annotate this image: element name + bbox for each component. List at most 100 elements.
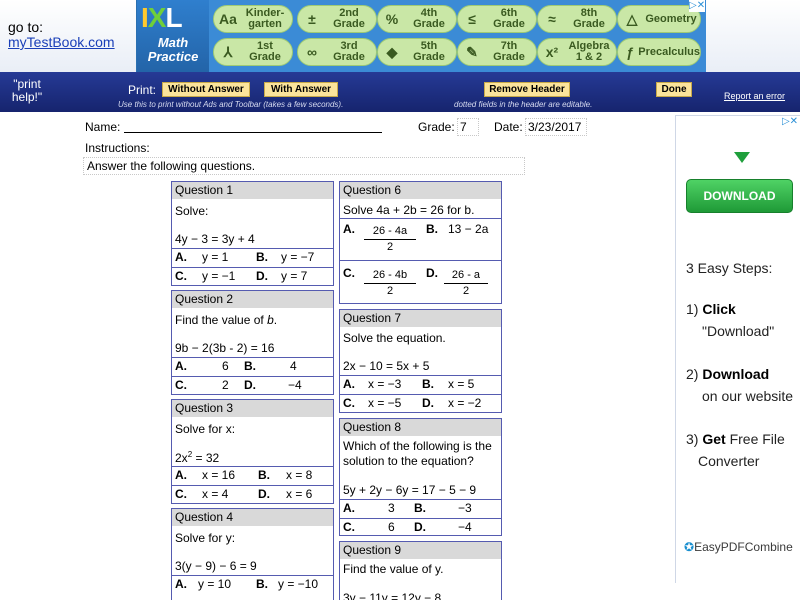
choice-letter: B. (244, 359, 256, 373)
grade-button-1st[interactable]: ⅄ 1st Grade (213, 38, 293, 66)
grade-label: Grade: (418, 120, 455, 134)
choice-letter: C. (343, 396, 355, 410)
grade-button-4th[interactable]: % 4th Grade (377, 5, 457, 33)
choice-letter: B. (256, 250, 268, 264)
choice-a: x = −3 (368, 377, 402, 391)
choice-a: 3 (388, 501, 395, 515)
question-9: Question 9 Find the value of y. 3y − 11y… (339, 541, 502, 600)
side-ad[interactable]: ▷✕ DOWNLOAD 3 Easy Steps: 1) Click "Down… (675, 115, 800, 583)
kindergarten-icon: Aa (219, 11, 237, 27)
grade-button-5th[interactable]: ◆ 5th Grade (377, 38, 457, 66)
choice-d: y = 7 (281, 269, 308, 283)
step-1-detail: "Download" (702, 323, 775, 339)
question-prompt: Find the value of y. (343, 562, 444, 576)
choice-c: 6 (388, 520, 395, 534)
apple-icon: ◆ (386, 43, 398, 60)
mytestbook-link[interactable]: myTestBook.com (8, 35, 115, 50)
choice-a: x = 16 (202, 468, 236, 482)
prompt-text: Find the value of (175, 313, 268, 327)
easypdfcombine-logo[interactable]: ✪EasyPDFCombine (684, 540, 793, 554)
answer-row: C. 26 - 4b 2 D. 26 - a2 (340, 260, 501, 304)
question-prompt-line-2: solution to the equation? (343, 454, 474, 468)
download-button[interactable]: DOWNLOAD (686, 179, 793, 213)
ixl-logo[interactable]: IXL Math Practice (137, 0, 209, 72)
steps-title: 3 Easy Steps: (686, 260, 773, 276)
report-error-link[interactable]: Report an error (724, 91, 785, 101)
grade-button-7th[interactable]: ✎ 7th Grade (457, 38, 537, 66)
less-equal-icon: ≤ (468, 11, 476, 27)
choice-a: y = 10 (198, 577, 232, 591)
down-arrow-icon (734, 152, 750, 163)
choice-letter: B. (426, 222, 438, 236)
choice-b: x = 8 (286, 468, 313, 482)
answer-row: C. x = −5 D. x = −2 (340, 394, 501, 411)
grade-button-6th[interactable]: ≤ 6th Grade (457, 5, 537, 33)
choice-letter: D. (414, 520, 426, 534)
choice-letter: B. (422, 377, 434, 391)
grade-label-2: Grade (493, 18, 525, 30)
grade-label-1: Precalculus (638, 45, 700, 58)
grade-button-kindergarten[interactable]: Aa Kinder-garten (213, 5, 293, 33)
step-action: Download (702, 366, 770, 382)
choice-a: 6 (222, 359, 229, 373)
ad-close-icon[interactable]: ▷✕ (689, 0, 705, 12)
print-help-link[interactable]: "print help!" (4, 78, 50, 104)
question-prompt: Solve for x: (175, 422, 236, 436)
choice-letter: B. (414, 501, 426, 515)
question-prompt: Solve 4a + 2b = 26 for b. (343, 203, 475, 217)
pencil-icon: ✎ (466, 43, 478, 60)
grade-button-algebra[interactable]: x² Algebra 1 & 2 (537, 38, 617, 66)
print-with-answer-button[interactable]: With Answer (264, 82, 338, 97)
answer-row: A. y = 1 B. y = −7 (172, 248, 333, 265)
print-label: Print: (128, 83, 157, 97)
question-prompt: Find the value of b. (175, 313, 277, 327)
grade-button-2nd[interactable]: ± 2nd Grade (297, 5, 377, 33)
choice-b: x = 5 (448, 377, 475, 391)
ixl-logo-letter-x: X (147, 2, 167, 33)
choice-letter: C. (343, 266, 355, 280)
choice-letter: D. (256, 269, 268, 283)
grade-button-8th[interactable]: ≈ 8th Grade (537, 5, 617, 33)
fraction-numerator: 26 - a (444, 268, 488, 284)
print-note: Use this to print without Ads and Toolba… (118, 100, 344, 109)
step-1: 1) Click (686, 300, 736, 318)
remove-header-button[interactable]: Remove Header (484, 82, 570, 97)
answer-row: A. 3 B. −3 (340, 499, 501, 516)
question-title: Question 2 (172, 291, 333, 308)
question-expression: 5y + 2y − 6y = 17 − 5 − 9 (343, 483, 477, 497)
choice-letter: C. (343, 520, 355, 534)
fraction-numerator: 26 - 4a (364, 224, 416, 240)
choice-letter: A. (343, 501, 355, 515)
ad-close-icon[interactable]: ▷✕ (780, 116, 800, 130)
question-expression: 3(y − 9) − 6 = 9 (175, 559, 257, 573)
question-prompt: Solve the equation. (343, 331, 446, 345)
answer-row: A. x = −3 B. x = 5 (340, 375, 501, 392)
choice-d: x = 6 (286, 487, 313, 501)
print-without-answer-button[interactable]: Without Answer (162, 82, 250, 97)
grade-button-precalculus[interactable]: ƒ Precalculus (617, 38, 701, 66)
answer-row: A. 6 B. 4 (172, 357, 333, 374)
ixl-subtitle-1: Math (157, 35, 189, 50)
date-label: Date: (494, 120, 523, 134)
pdf-logo-icon: ✪ (684, 540, 695, 554)
question-expression: 2x − 10 = 5x + 5 (343, 359, 430, 373)
grade-label-2: Grade (493, 51, 525, 63)
name-field[interactable] (124, 132, 382, 133)
instructions-label: Instructions: (85, 141, 150, 155)
plus-minus-icon: ± (308, 11, 316, 27)
choice-d: −4 (288, 378, 302, 392)
grade-value: 7 (460, 120, 467, 134)
choice-b: y = −7 (281, 250, 315, 264)
done-button[interactable]: Done (656, 82, 692, 97)
ixl-ad-banner[interactable]: IXL Math Practice Aa Kinder-garten ± 2nd… (136, 0, 706, 72)
brand-name: EasyPDFCombine (694, 540, 793, 554)
question-2: Question 2 Find the value of b. 9b − 2(3… (171, 290, 334, 395)
step-number: 3) (686, 431, 703, 447)
grade-button-3rd[interactable]: ∞ 3rd Grade (297, 38, 377, 66)
choice-b: 13 − 2a (448, 222, 489, 236)
answer-row: C. y = −1 D. y = 7 (172, 267, 333, 284)
choice-letter: A. (175, 250, 187, 264)
question-expression: 3y − 11y = 12y − 8 (343, 591, 442, 600)
fraction-denominator: 2 (386, 285, 394, 297)
goto-box: go to: myTestBook.com (8, 20, 115, 50)
